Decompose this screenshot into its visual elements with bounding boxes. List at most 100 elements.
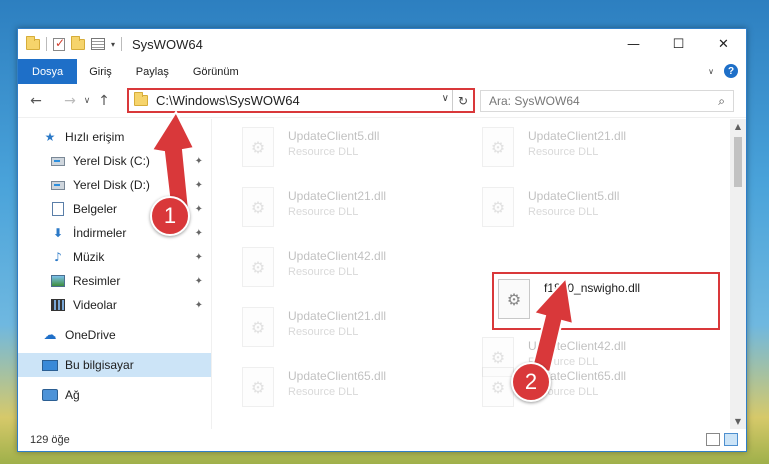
scroll-down-icon[interactable]: ▼	[730, 417, 746, 426]
download-icon: ⬇	[52, 226, 64, 240]
pin-icon[interactable]: ✦	[195, 228, 203, 239]
sidebar-item-label: İndirmeler	[73, 226, 127, 240]
file-type: Resource DLL	[288, 266, 359, 278]
navigation-pane: ★ Hızlı erişim Yerel Disk (C:) ✦ Yerel D…	[18, 119, 212, 429]
file-item[interactable]: ⚙ UpdateClient21.dll Resource DLL	[482, 127, 712, 177]
search-box[interactable]: ⌕	[480, 90, 734, 112]
ribbon-right: ∨ ?	[708, 64, 738, 78]
file-list: ⚙ UpdateClient5.dll Resource DLL ⚙ Updat…	[214, 119, 730, 429]
tab-home[interactable]: Giriş	[77, 59, 124, 84]
explorer-window: ▾ SysWOW64 — ☐ ✕ Dosya Giriş Paylaş Görü…	[17, 28, 747, 452]
dll-file-icon: ⚙	[242, 247, 274, 287]
dll-file-icon: ⚙	[242, 367, 274, 407]
item-count: 129 öğe	[30, 434, 70, 446]
window-title: SysWOW64	[132, 36, 203, 52]
callout-two: 2	[511, 362, 551, 402]
file-name: UpdateClient5.dll	[528, 189, 620, 203]
tiles-view-icon[interactable]	[724, 433, 738, 446]
folder-icon	[134, 92, 148, 106]
toolbar-separator	[121, 37, 123, 51]
file-type: Resource DLL	[288, 386, 359, 398]
title-bar: ▾ SysWOW64 — ☐ ✕	[18, 29, 746, 59]
network-icon	[42, 388, 58, 402]
address-path[interactable]: C:\Windows\SysWOW64	[156, 93, 300, 108]
sidebar-item-pictures[interactable]: Resimler ✦	[18, 269, 211, 293]
sidebar-item-music[interactable]: ♪ Müzik ✦	[18, 245, 211, 269]
pin-icon[interactable]: ✦	[195, 180, 203, 191]
minimize-button[interactable]: —	[611, 29, 656, 59]
file-name: UpdateClient21.dll	[288, 309, 387, 323]
scroll-thumb[interactable]	[734, 137, 742, 187]
scroll-up-icon[interactable]: ▲	[730, 122, 746, 131]
back-button[interactable]: ←	[26, 93, 46, 109]
search-icon[interactable]: ⌕	[718, 94, 725, 109]
properties-icon[interactable]	[91, 38, 105, 50]
sidebar-item-videos[interactable]: Videolar ✦	[18, 293, 211, 317]
properties-check-icon[interactable]	[53, 36, 65, 51]
sidebar-item-label: Yerel Disk (C:)	[73, 154, 150, 168]
refresh-button[interactable]: ↻	[452, 90, 473, 111]
file-item[interactable]: ⚙ UpdateClient21.dll Resource DLL	[242, 187, 472, 237]
sidebar-item-this-pc[interactable]: Bu bilgisayar	[18, 353, 211, 377]
disk-icon	[50, 154, 66, 168]
toolbar-separator	[46, 37, 47, 51]
chevron-down-icon[interactable]: ∨	[708, 67, 714, 76]
status-bar: 129 öğe	[18, 429, 746, 451]
sidebar-item-quick-access[interactable]: ★ Hızlı erişim	[18, 125, 211, 149]
view-buttons	[706, 433, 738, 446]
file-item[interactable]: ⚙ UpdateClient5.dll Resource DLL	[242, 127, 472, 177]
computer-icon	[42, 358, 58, 372]
star-icon: ★	[44, 130, 56, 144]
file-type: Resource DLL	[528, 146, 599, 158]
sidebar-item-onedrive[interactable]: ☁ OneDrive	[18, 323, 211, 347]
pin-icon[interactable]: ✦	[195, 156, 203, 167]
music-icon: ♪	[54, 250, 62, 264]
sidebar-item-label: Ağ	[65, 388, 80, 402]
video-icon	[50, 298, 66, 312]
address-bar[interactable]: C:\Windows\SysWOW64 ∨ ↻	[127, 88, 475, 113]
dll-file-icon: ⚙	[242, 187, 274, 227]
file-item[interactable]: ⚙ UpdateClient5.dll Resource DLL	[482, 187, 712, 237]
disk-icon	[50, 178, 66, 192]
file-item[interactable]: ⚙ UpdateClient21.dll Resource DLL	[242, 307, 472, 357]
vertical-scrollbar[interactable]: ▲ ▼	[730, 119, 746, 429]
tab-share[interactable]: Paylaş	[124, 59, 181, 84]
tab-file[interactable]: Dosya	[18, 59, 78, 84]
tab-view[interactable]: Görünüm	[181, 59, 251, 84]
pin-icon[interactable]: ✦	[195, 204, 203, 215]
sidebar-item-label: OneDrive	[65, 328, 116, 342]
close-button[interactable]: ✕	[701, 29, 746, 59]
address-dropdown-icon[interactable]: ∨	[442, 93, 449, 104]
document-icon	[50, 202, 66, 216]
file-name: UpdateClient21.dll	[288, 189, 387, 203]
sidebar-item-label: Hızlı erişim	[65, 130, 125, 144]
sidebar-item-local-disk-c[interactable]: Yerel Disk (C:) ✦	[18, 149, 211, 173]
recent-locations-button[interactable]: ∨	[80, 96, 94, 106]
sidebar-item-network[interactable]: Ağ	[18, 383, 211, 407]
file-type: Resource DLL	[288, 206, 359, 218]
details-view-icon[interactable]	[706, 433, 720, 446]
maximize-button[interactable]: ☐	[656, 29, 701, 59]
help-icon[interactable]: ?	[724, 64, 738, 78]
up-button[interactable]: ↑	[94, 93, 114, 109]
pin-icon[interactable]: ✦	[195, 300, 203, 311]
pin-icon[interactable]: ✦	[195, 252, 203, 263]
new-folder-icon[interactable]	[71, 35, 85, 50]
window-controls: — ☐ ✕	[611, 29, 746, 59]
file-item[interactable]: ⚙ UpdateClient42.dll Resource DLL	[242, 247, 472, 297]
file-item[interactable]: ⚙ UpdateClient65.dll Resource DLL	[242, 367, 472, 417]
file-name: UpdateClient21.dll	[528, 129, 627, 143]
sidebar-item-label: Videolar	[73, 298, 117, 312]
pin-icon[interactable]: ✦	[195, 276, 203, 287]
sidebar-item-label: Belgeler	[73, 202, 118, 216]
dll-file-icon: ⚙	[482, 127, 514, 167]
navigation-bar: ← → ∨ ↑ C:\Windows\SysWOW64 ∨ ↻ ⌕	[18, 84, 746, 118]
sidebar-item-local-disk-d[interactable]: Yerel Disk (D:) ✦	[18, 173, 211, 197]
forward-button[interactable]: →	[60, 93, 80, 109]
file-name: UpdateClient65.dll	[288, 369, 387, 383]
search-input[interactable]	[489, 94, 699, 108]
dll-file-icon: ⚙	[482, 367, 514, 407]
callout-one: 1	[150, 196, 190, 236]
customize-toolbar-icon[interactable]: ▾	[111, 40, 115, 49]
sidebar-item-label: Yerel Disk (D:)	[73, 178, 150, 192]
